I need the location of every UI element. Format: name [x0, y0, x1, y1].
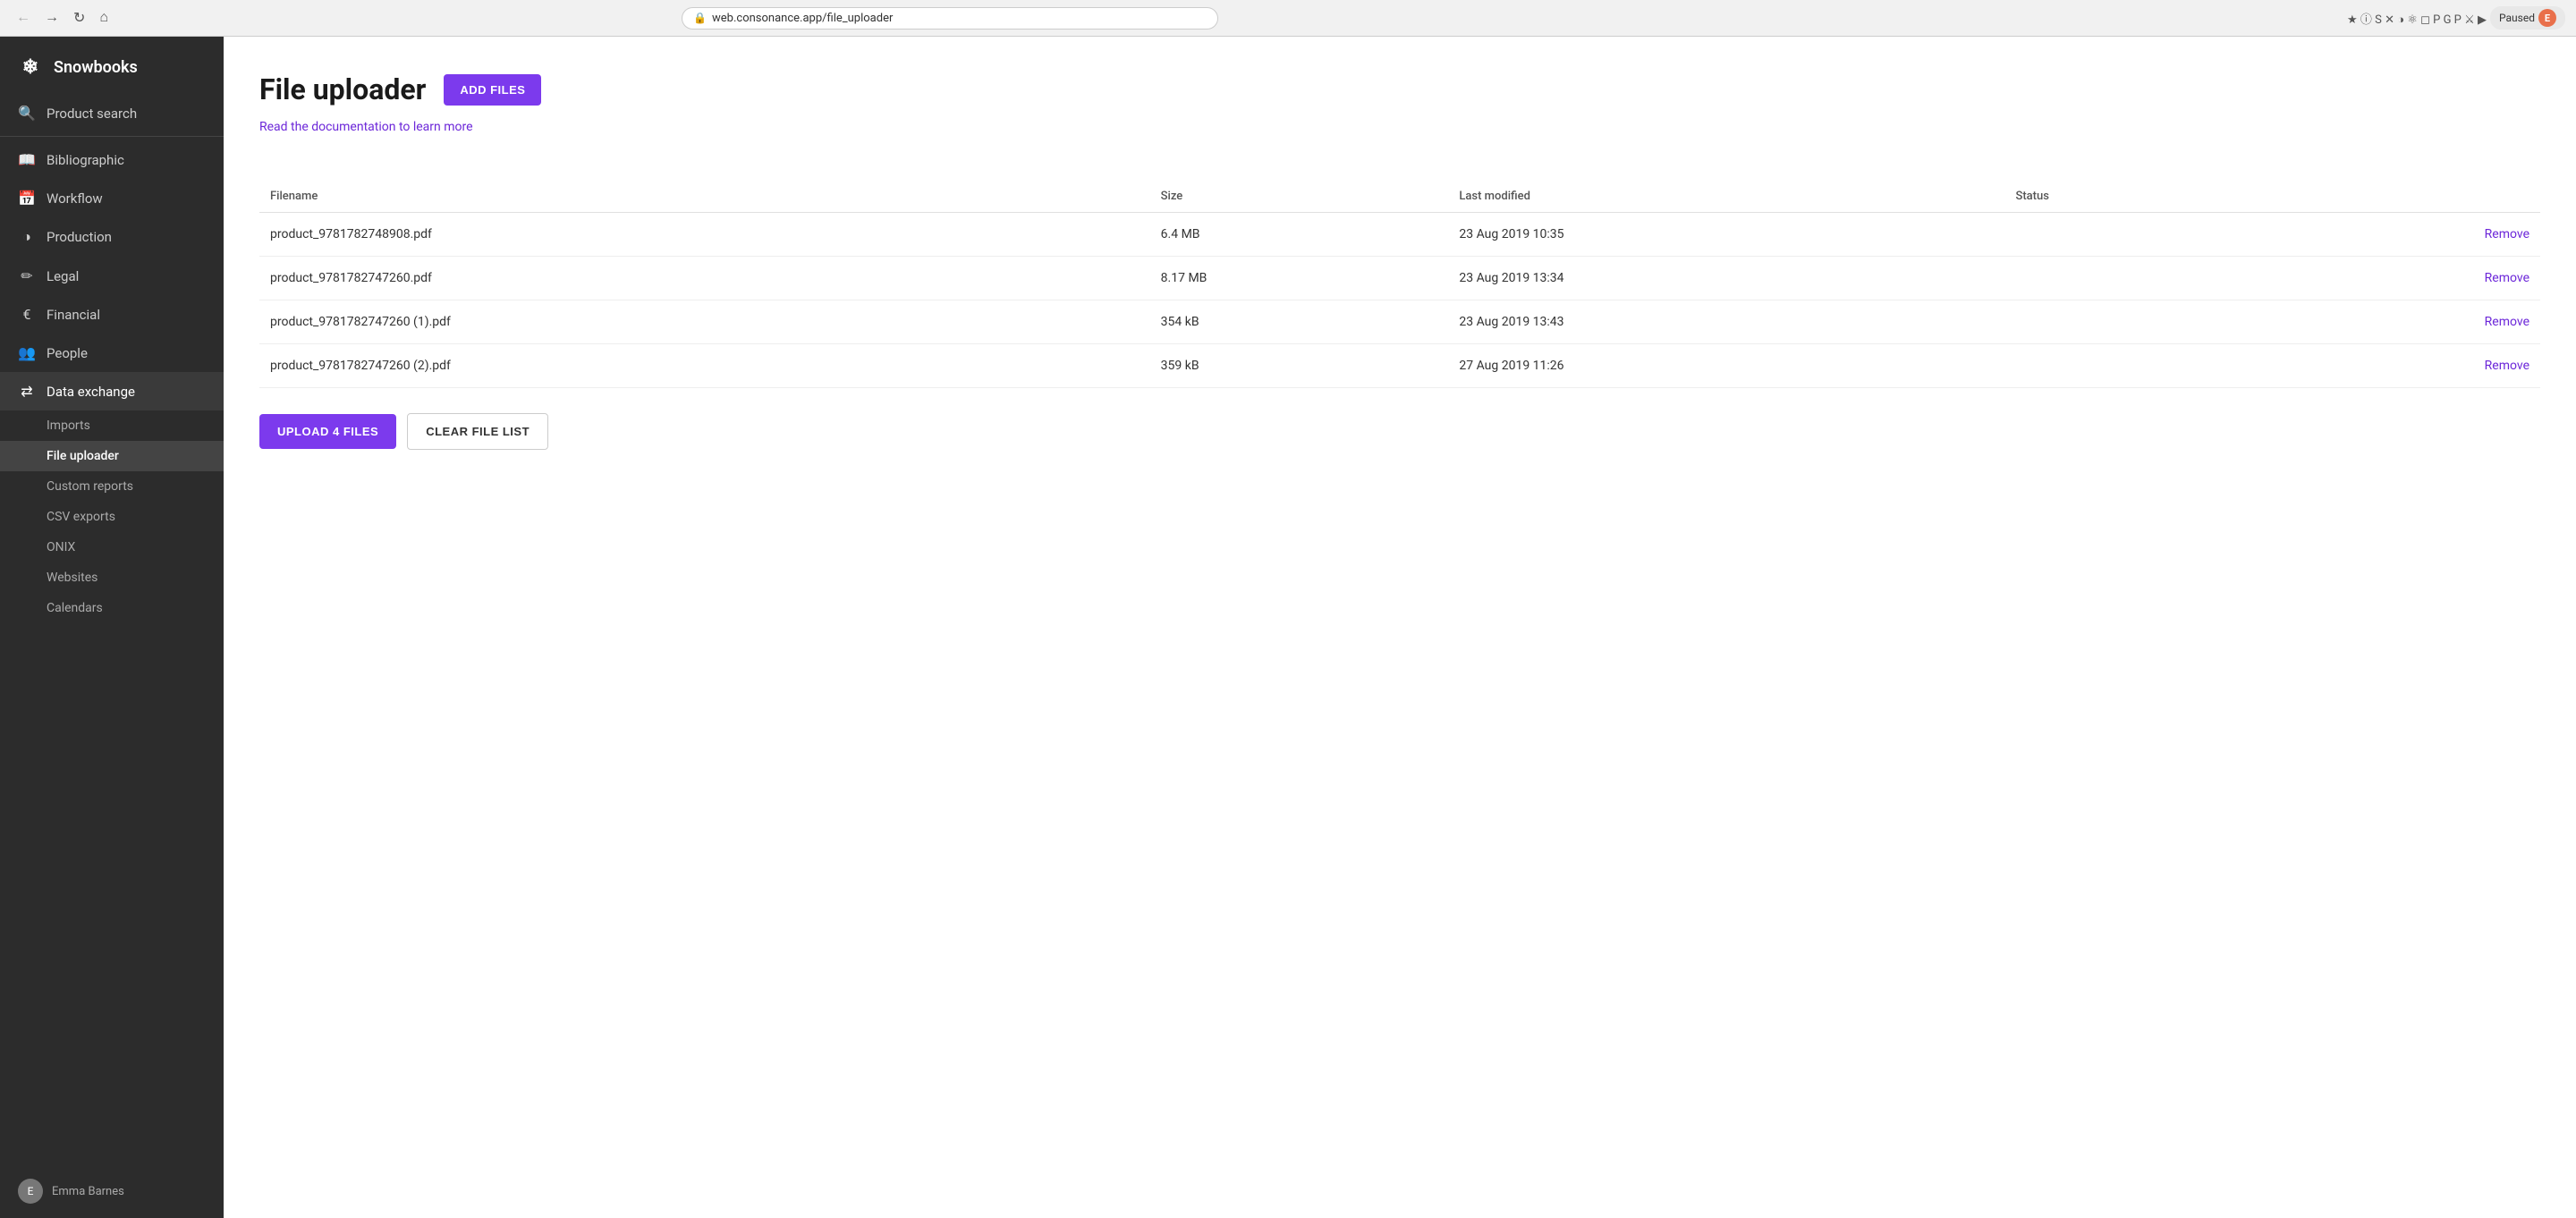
sidebar-item-label: Product search — [47, 106, 137, 122]
browser-actions: ★ ⓘ S ✕ ◑ ⚛ ◻ P G P ⚔ ▶ Paused E — [2347, 6, 2565, 30]
cell-remove: Remove — [2247, 213, 2540, 257]
remove-link[interactable]: Remove — [2485, 271, 2529, 285]
remove-link[interactable]: Remove — [2485, 227, 2529, 241]
sidebar-logo[interactable]: ❄ Snowbooks — [0, 37, 224, 94]
table-row: product_9781782747260 (1).pdf 354 kB 23 … — [259, 300, 2540, 344]
cell-status — [2004, 300, 2247, 344]
table-row: product_9781782747260 (2).pdf 359 kB 27 … — [259, 344, 2540, 388]
table-row: product_9781782748908.pdf 6.4 MB 23 Aug … — [259, 213, 2540, 257]
cell-size: 359 kB — [1150, 344, 1449, 388]
user-footer: E Emma Barnes — [0, 1164, 224, 1218]
cell-filename: product_9781782747260 (1).pdf — [259, 300, 1150, 344]
sidebar-item-label: Data exchange — [47, 384, 135, 400]
sidebar-item-data-exchange[interactable]: ⇄ Data exchange — [0, 372, 224, 410]
sidebar-item-label: Production — [47, 229, 112, 245]
cell-status — [2004, 257, 2247, 300]
sidebar-item-people[interactable]: 👥 People — [0, 334, 224, 372]
financial-icon: € — [18, 306, 36, 323]
sidebar-sub-item-onix[interactable]: ONIX — [0, 532, 224, 562]
search-icon: 🔍 — [18, 105, 36, 122]
browser-chrome: ← → ↻ ⌂ 🔒 web.consonance.app/file_upload… — [0, 0, 2576, 37]
sidebar-divider-1 — [0, 136, 224, 137]
sidebar-item-financial[interactable]: € Financial — [0, 295, 224, 334]
production-icon: ◑ — [18, 228, 36, 246]
clear-button[interactable]: CLEAR FILE LIST — [407, 413, 548, 450]
sidebar-item-label: Financial — [47, 307, 100, 323]
col-filename: Filename — [259, 181, 1150, 213]
cell-last-modified: 27 Aug 2019 11:26 — [1448, 344, 2004, 388]
book-icon: 📖 — [18, 151, 36, 168]
reload-button[interactable]: ↻ — [68, 5, 90, 30]
sidebar-sub-item-custom-reports[interactable]: Custom reports — [0, 471, 224, 502]
remove-link[interactable]: Remove — [2485, 359, 2529, 373]
sidebar-sub-item-calendars[interactable]: Calendars — [0, 593, 224, 623]
sidebar-logo-label: Snowbooks — [54, 58, 138, 77]
cell-size: 8.17 MB — [1150, 257, 1449, 300]
extensions-area: ★ ⓘ S ✕ ◑ ⚛ ◻ P G P ⚔ ▶ — [2347, 10, 2487, 27]
cell-size: 354 kB — [1150, 300, 1449, 344]
add-files-button[interactable]: ADD FILES — [444, 74, 541, 106]
legal-icon: ✏ — [18, 267, 36, 284]
app-layout: ❄ Snowbooks 🔍 Product search 📖 Bibliogra… — [0, 37, 2576, 1218]
col-status: Status — [2004, 181, 2247, 213]
cell-last-modified: 23 Aug 2019 13:34 — [1448, 257, 2004, 300]
sidebar: ❄ Snowbooks 🔍 Product search 📖 Bibliogra… — [0, 37, 224, 1218]
user-name: Emma Barnes — [52, 1185, 124, 1198]
page-title: File uploader — [259, 72, 426, 106]
cell-size: 6.4 MB — [1150, 213, 1449, 257]
home-button[interactable]: ⌂ — [94, 6, 114, 30]
sidebar-sub-items: Imports File uploader Custom reports CSV… — [0, 410, 224, 623]
calendar-icon: 📅 — [18, 190, 36, 207]
cell-last-modified: 23 Aug 2019 10:35 — [1448, 213, 2004, 257]
sidebar-sub-item-file-uploader[interactable]: File uploader — [0, 441, 224, 471]
cell-remove: Remove — [2247, 300, 2540, 344]
col-last-modified: Last modified — [1448, 181, 2004, 213]
address-bar[interactable]: 🔒 web.consonance.app/file_uploader — [682, 7, 1218, 30]
sidebar-item-legal[interactable]: ✏ Legal — [0, 257, 224, 295]
main-content: File uploader ADD FILES Read the documen… — [224, 37, 2576, 1218]
upload-button[interactable]: UPLOAD 4 FILES — [259, 414, 396, 449]
back-button[interactable]: ← — [11, 6, 36, 30]
nav-buttons: ← → ↻ ⌂ — [11, 5, 114, 30]
remove-link[interactable]: Remove — [2485, 315, 2529, 329]
sidebar-item-label: People — [47, 345, 88, 361]
cell-filename: product_9781782747260.pdf — [259, 257, 1150, 300]
sidebar-sub-item-websites[interactable]: Websites — [0, 562, 224, 593]
table-row: product_9781782747260.pdf 8.17 MB 23 Aug… — [259, 257, 2540, 300]
cell-status — [2004, 344, 2247, 388]
cell-status — [2004, 213, 2247, 257]
col-actions — [2247, 181, 2540, 213]
sidebar-item-label: Bibliographic — [47, 152, 124, 168]
people-icon: 👥 — [18, 344, 36, 361]
sidebar-item-product-search[interactable]: 🔍 Product search — [0, 94, 224, 132]
user-avatar-sidebar: E — [18, 1179, 43, 1204]
actions-row: UPLOAD 4 FILES CLEAR FILE LIST — [259, 413, 2540, 450]
cell-last-modified: 23 Aug 2019 13:43 — [1448, 300, 2004, 344]
status-pill: Paused E — [2490, 6, 2565, 30]
address-text: web.consonance.app/file_uploader — [712, 12, 1207, 25]
forward-button[interactable]: → — [39, 6, 64, 30]
user-avatar: E — [2538, 9, 2556, 27]
sidebar-sub-item-imports[interactable]: Imports — [0, 410, 224, 441]
file-table: Filename Size Last modified Status produ… — [259, 181, 2540, 388]
snowflake-icon: ❄ — [18, 55, 43, 80]
sidebar-item-workflow[interactable]: 📅 Workflow — [0, 179, 224, 217]
sidebar-item-production[interactable]: ◑ Production — [0, 217, 224, 257]
cell-filename: product_9781782747260 (2).pdf — [259, 344, 1150, 388]
cell-remove: Remove — [2247, 344, 2540, 388]
data-exchange-icon: ⇄ — [18, 383, 36, 400]
sidebar-item-label: Legal — [47, 268, 79, 284]
sidebar-sub-item-csv-exports[interactable]: CSV exports — [0, 502, 224, 532]
lock-icon: 🔒 — [693, 12, 707, 24]
page-header: File uploader ADD FILES — [259, 72, 2540, 106]
cell-filename: product_9781782748908.pdf — [259, 213, 1150, 257]
table-body: product_9781782748908.pdf 6.4 MB 23 Aug … — [259, 213, 2540, 388]
sidebar-item-bibliographic[interactable]: 📖 Bibliographic — [0, 140, 224, 179]
documentation-link[interactable]: Read the documentation to learn more — [259, 120, 473, 134]
sidebar-item-label: Workflow — [47, 190, 103, 207]
cell-remove: Remove — [2247, 257, 2540, 300]
col-size: Size — [1150, 181, 1449, 213]
table-header: Filename Size Last modified Status — [259, 181, 2540, 213]
